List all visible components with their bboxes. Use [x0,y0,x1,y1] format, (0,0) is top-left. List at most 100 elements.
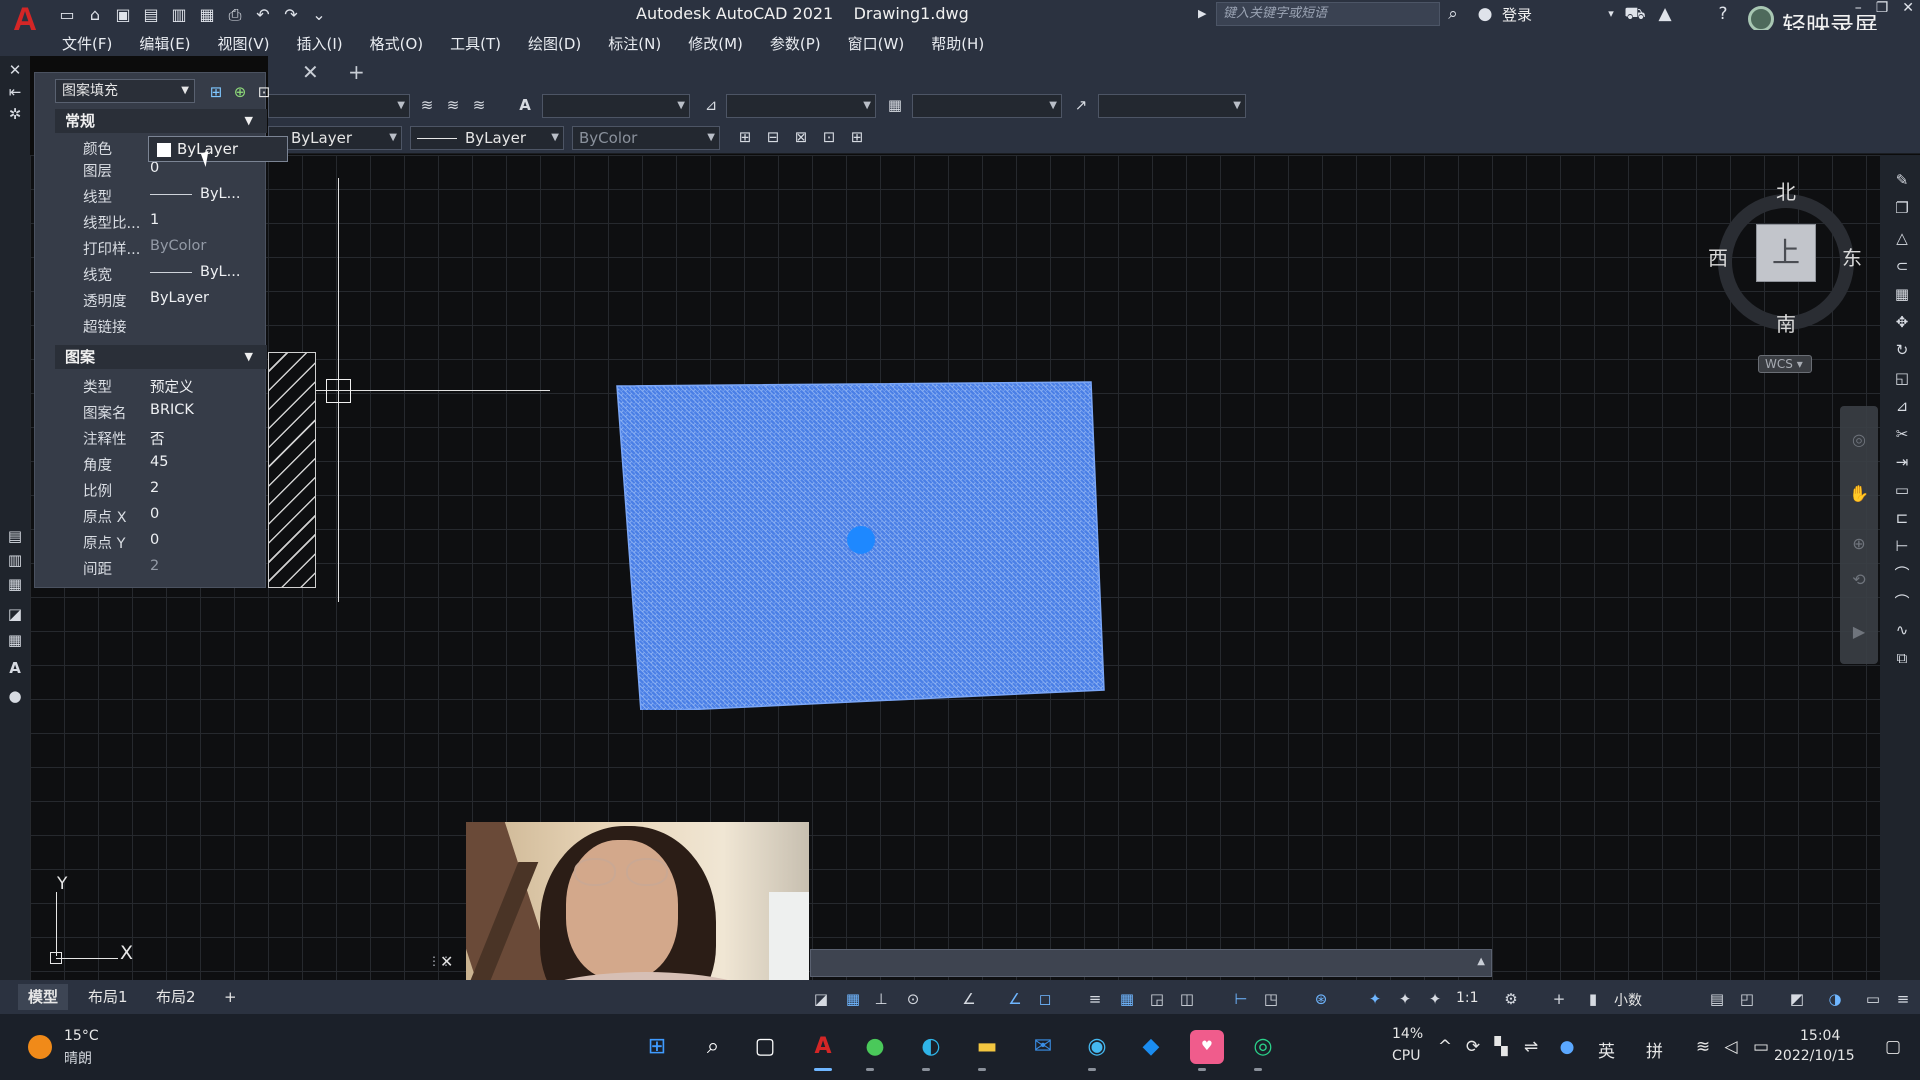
prop-row-transparency[interactable]: 透明度 ByLayer [55,287,267,313]
annotation-monitor-icon[interactable]: + [1548,988,1570,1010]
zoom-icon[interactable]: ⊕ [1849,534,1869,554]
color-value-dropdown[interactable]: ByLayer [148,136,288,162]
open-file-icon[interactable]: ⌂ [84,5,106,25]
osnap-tracking-icon[interactable]: ∠ [958,988,980,1010]
explode-icon[interactable]: ⧉ [1892,648,1912,668]
layer-iso-icon[interactable]: ≋ [468,94,490,116]
move-icon[interactable]: ✥ [1892,312,1912,332]
microphone-icon[interactable]: ● [1556,1036,1578,1058]
mirror-icon[interactable]: △ [1892,228,1912,248]
viewcube-top-face[interactable]: 上 [1756,224,1816,282]
annotation-scale-value[interactable]: 1:1 [1456,990,1479,1006]
new-file-icon[interactable]: ▭ [56,5,78,25]
tab-model[interactable]: 模型 [18,984,69,1010]
gizmo-icon[interactable]: ⊛ [1310,988,1332,1010]
user-icon[interactable]: ● [1474,3,1496,25]
pattern-section-header[interactable]: 图案 ▼ [55,345,267,369]
command-line-input[interactable]: ▲ [810,949,1492,977]
settings-tray-icon[interactable]: ⇌ [1520,1036,1542,1058]
layer-tool-1-icon[interactable]: ⊞ [734,126,756,148]
login-link[interactable]: 登录 [1502,4,1532,25]
battery-icon[interactable]: ▭ [1750,1036,1772,1058]
scale-icon[interactable]: ◱ [1892,368,1912,388]
restore-icon[interactable]: ❐ [1876,0,1889,16]
transparency-icon[interactable]: ▦ [1116,988,1138,1010]
menu-view[interactable]: 视图(V) [218,34,270,54]
menu-window[interactable]: 窗口(W) [848,34,905,54]
table-icon[interactable]: ▦ [5,630,25,650]
sync-icon[interactable]: ⟳ [1462,1036,1484,1058]
redo-icon[interactable]: ↷ [280,5,302,25]
polar-icon[interactable]: ⊙ [902,988,924,1010]
clock-time[interactable]: 15:04 [1800,1028,1840,1044]
text-style-icon[interactable]: A [514,94,536,116]
close-tab-icon[interactable]: ✕ [302,60,319,84]
notification-icon[interactable]: ▢ [1882,1036,1904,1058]
weather-sun-icon[interactable] [28,1035,52,1059]
isodraft-icon[interactable]: ∠ [1004,988,1026,1010]
command-line-close-icon[interactable]: ✕ [440,952,453,971]
menu-tools[interactable]: 工具(T) [450,34,501,54]
command-history-icon[interactable]: ▲ [1477,956,1485,967]
workspace-icon[interactable]: ⚙ [1500,988,1522,1010]
layer-tool-5-icon[interactable]: ⊞ [846,126,868,148]
pan-icon[interactable]: ✋ [1849,484,1869,504]
ime-language[interactable]: 英 [1598,1037,1615,1062]
prop-row-angle[interactable]: 角度 45 [55,451,267,477]
feishu-icon[interactable]: ◆ [1134,1030,1168,1064]
undo-icon[interactable]: ↶ [252,5,274,25]
3d-osnap-icon[interactable]: ◫ [1176,988,1198,1010]
layer-dropdown[interactable]: ▼ [268,94,410,118]
break-icon[interactable]: ▭ [1892,480,1912,500]
array-icon[interactable]: ▦ [1892,284,1912,304]
viewcube-east[interactable]: 东 [1842,242,1862,271]
prop-row-annotative[interactable]: 注释性 否 [55,425,267,451]
customization-icon[interactable]: ≡ [1892,988,1914,1010]
lock-ui-icon[interactable]: ◰ [1736,988,1758,1010]
start-icon[interactable]: ⊞ [640,1030,674,1064]
annotation-visibility-icon[interactable]: ✦ [1364,988,1386,1010]
wcs-menu[interactable]: WCS ▾ [1758,355,1812,373]
linetype-control-dropdown[interactable]: ByLayer ▼ [410,126,564,150]
grid-icon[interactable]: ▦ [842,988,864,1010]
snap-icon[interactable]: ⊥ [870,988,892,1010]
tab-layout1[interactable]: 布局1 [78,984,138,1010]
menu-edit[interactable]: 编辑(E) [139,34,190,54]
layer-icon[interactable]: ▥ [5,550,25,570]
tab-layout2[interactable]: 布局2 [146,984,206,1010]
cpu-percent[interactable]: 14% [1392,1026,1423,1042]
autocad-taskbar-icon[interactable]: A [806,1030,840,1064]
menu-format[interactable]: 格式(O) [370,34,424,54]
wifi-icon[interactable]: ≋ [1692,1036,1714,1058]
hatched-region-partial[interactable] [268,352,316,588]
table-style-dropdown[interactable]: ▼ [912,94,1062,118]
insert-icon[interactable]: ◪ [5,604,25,624]
join-icon[interactable]: ⊏ [1892,508,1912,528]
close-palette-icon[interactable]: ✕ [5,60,25,80]
volume-icon[interactable]: ◁ [1720,1036,1742,1058]
spline-icon[interactable]: ∿ [1892,620,1912,640]
auto-scale-icon[interactable]: ✦ [1394,988,1416,1010]
mleader-style-dropdown[interactable]: ▼ [1098,94,1246,118]
blend-icon[interactable]: ⌒ [1892,592,1912,612]
add-layout-icon[interactable]: + [214,984,247,1010]
save-as-icon[interactable]: ▤ [140,5,162,25]
palette-settings-icon[interactable]: ✲ [5,104,25,124]
help-icon[interactable]: ? [1712,3,1734,25]
layer-prev-icon[interactable]: ≋ [442,94,464,116]
edge-icon[interactable]: ◐ [914,1030,948,1064]
color-control-dropdown[interactable]: ByLayer ▼ [268,126,402,150]
dim-style-icon[interactable]: ⊿ [700,94,722,116]
layer-tool-4-icon[interactable]: ⊡ [818,126,840,148]
recorder-taskbar-icon[interactable]: ◎ [1246,1030,1280,1064]
fillet-icon[interactable]: ⌒ [1892,564,1912,584]
units-value[interactable]: 小数 [1614,990,1642,1010]
clean-screen-icon[interactable]: ▭ [1862,988,1884,1010]
weather-condition[interactable]: 晴朗 [64,1048,92,1068]
select-objects-icon[interactable]: ⊕ [229,82,251,102]
quick-select-icon[interactable]: ⊡ [253,82,275,102]
search-taskbar-icon[interactable]: ⌕ [696,1030,730,1064]
isolate-objects-icon[interactable]: ◩ [1786,988,1808,1010]
properties-tab-icon[interactable]: ▤ [5,526,25,546]
units-icon[interactable]: ▮ [1582,988,1604,1010]
